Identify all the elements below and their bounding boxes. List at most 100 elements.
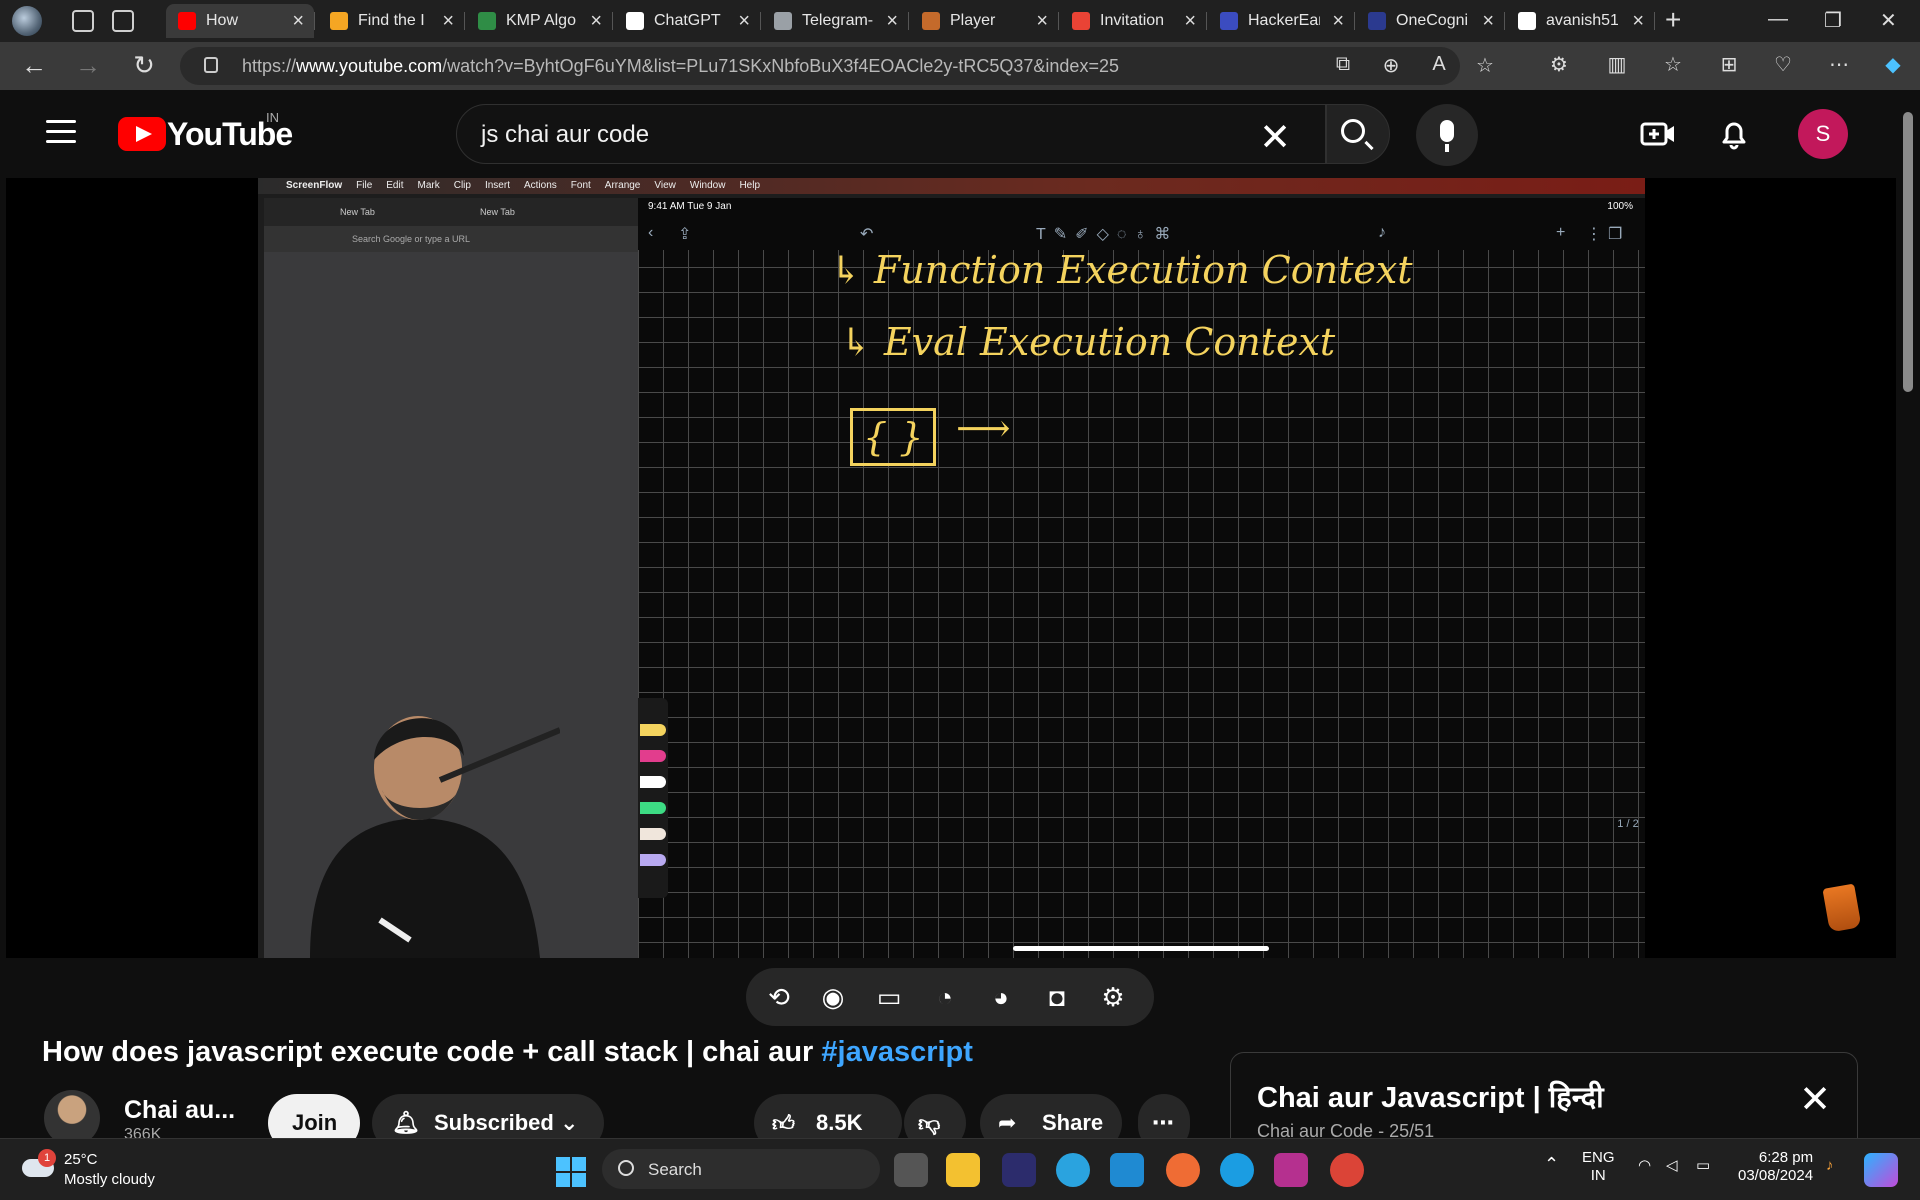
tab-label: Invitation [1100, 12, 1165, 29]
close-playlist-icon[interactable]: ✕ [1799, 1077, 1831, 1122]
aspect-icon[interactable]: ▭ [874, 982, 904, 1012]
split-screen-icon[interactable]: ▥ [1604, 52, 1630, 78]
bell-icon: 🔔︎ [392, 1110, 420, 1135]
speed-down-icon[interactable]: ◔ [930, 982, 960, 1012]
live-icon[interactable]: ◉ [818, 982, 848, 1012]
browser-tab-2[interactable]: Find the I × [318, 4, 465, 38]
intellij-icon[interactable] [1274, 1153, 1308, 1187]
extensions-icon[interactable]: ⚙ [1546, 52, 1572, 78]
forward-button[interactable]: → [72, 50, 104, 81]
close-tab-icon[interactable]: × [886, 10, 898, 33]
zoom-icon[interactable]: ⊕ [1378, 53, 1404, 79]
browser-tab-6[interactable]: Player × [910, 4, 1059, 38]
youtube-logo[interactable] [118, 117, 166, 151]
weather-condition: Mostly cloudy [64, 1171, 155, 1188]
settings-icon[interactable]: ⚙ [1098, 982, 1128, 1012]
close-tab-icon[interactable]: × [292, 10, 304, 33]
notification-bell-icon[interactable]: ♪ [1826, 1157, 1834, 1175]
start-button[interactable] [556, 1157, 586, 1187]
copilot-taskbar-icon[interactable] [1864, 1153, 1898, 1187]
language-indicator[interactable]: ENG IN [1582, 1149, 1615, 1185]
create-video-icon[interactable] [1640, 118, 1676, 150]
clock[interactable]: 6:28 pm 03/08/2024 [1738, 1149, 1813, 1185]
open-in-app-icon[interactable]: ⧉ [1330, 53, 1356, 79]
minimize-button[interactable]: — [1768, 8, 1788, 31]
browser-essentials-icon[interactable]: ♡ [1770, 52, 1796, 78]
collections-icon[interactable]: ⊞ [1716, 52, 1742, 78]
browser-tab-3[interactable]: KMP Algo × [466, 4, 613, 38]
tab-actions-icon[interactable] [112, 10, 134, 32]
battery-icon[interactable]: ▭ [1696, 1157, 1710, 1175]
close-tab-icon[interactable]: × [1482, 10, 1494, 33]
playlist-title[interactable]: Chai aur Javascript | हिन्दी [1257, 1077, 1604, 1116]
browser-tab-4[interactable]: ChatGPT × [614, 4, 761, 38]
close-tab-icon[interactable]: × [590, 10, 602, 33]
account-avatar[interactable]: S [1798, 109, 1848, 159]
voice-search-button[interactable] [1416, 104, 1478, 166]
telegram-icon[interactable] [1056, 1153, 1090, 1187]
favorite-star-icon[interactable]: ☆ [1472, 53, 1498, 79]
new-tab-button[interactable]: + [1665, 4, 1681, 36]
close-tab-icon[interactable]: × [1184, 10, 1196, 33]
close-tab-icon[interactable]: × [1332, 10, 1344, 33]
browser-tab-8[interactable]: HackerEar × [1208, 4, 1355, 38]
address-bar[interactable]: https://www.youtube.com/watch?v=ByhtOgF6… [180, 47, 1494, 85]
terminal-icon[interactable] [1002, 1153, 1036, 1187]
read-aloud-icon[interactable]: A [1426, 53, 1452, 79]
workspaces-icon[interactable] [72, 10, 94, 32]
pen-color-palette [638, 698, 668, 898]
close-tab-icon[interactable]: × [1632, 10, 1644, 33]
channel-name[interactable]: Chai au... [124, 1096, 235, 1125]
browser-toolbar: ← → ↻ https://www.youtube.com/watch?v=By… [0, 42, 1920, 90]
more-options-icon[interactable]: ⋯ [1826, 52, 1852, 78]
volume-icon[interactable]: ◁ [1666, 1157, 1678, 1175]
close-tab-icon[interactable]: × [442, 10, 454, 33]
mac-menu-item: Font [570, 180, 591, 191]
ipad-more-icon: ⋮ [1586, 226, 1602, 243]
back-button[interactable]: ← [18, 50, 50, 81]
search-input[interactable]: js chai aur code ✕ [456, 104, 1326, 164]
show-hidden-icons[interactable]: ⌃ [1544, 1155, 1559, 1173]
browser-tab-5[interactable]: Telegram- × [762, 4, 909, 38]
menu-icon[interactable] [46, 120, 76, 144]
close-tab-icon[interactable]: × [1036, 10, 1048, 33]
screenshot-icon[interactable]: ◘ [1042, 982, 1072, 1012]
tab-label: Player [950, 12, 996, 29]
page-scrollbar[interactable] [1896, 90, 1920, 1132]
vscode-icon[interactable] [1110, 1153, 1144, 1187]
browser-tab-9[interactable]: OneCogni × [1356, 4, 1505, 38]
tab-favicon-icon [1072, 12, 1090, 30]
clear-search-icon[interactable]: ✕ [1259, 115, 1291, 160]
browser-tab-7[interactable]: Invitation × [1060, 4, 1207, 38]
mac-menubar: ScreenFlow File Edit Mark Clip Insert Actions F… [258, 178, 1645, 194]
browser-tab-1[interactable]: How × [166, 4, 315, 38]
ipad-undo-icon: ↶ [860, 226, 874, 243]
notifications-bell-icon[interactable] [1716, 118, 1752, 150]
loop-icon[interactable]: ⟲ [764, 982, 794, 1012]
search-button[interactable] [1326, 104, 1390, 164]
favorites-icon[interactable]: ☆ [1660, 52, 1686, 78]
scrollbar-thumb[interactable] [1903, 112, 1913, 392]
reload-button[interactable]: ↻ [128, 50, 160, 81]
hashtag-link[interactable]: #javascript [821, 1036, 973, 1068]
copilot-icon[interactable]: ◆ [1880, 52, 1906, 78]
profile-avatar[interactable] [12, 6, 42, 36]
file-explorer-icon[interactable] [946, 1153, 980, 1187]
close-window-button[interactable]: ✕ [1880, 8, 1897, 33]
lock-icon [204, 57, 218, 73]
postman-icon[interactable] [1166, 1153, 1200, 1187]
inner-omnibox: Search Google or type a URL [352, 234, 471, 244]
restore-button[interactable]: ❐ [1824, 8, 1842, 33]
speed-up-icon[interactable]: ◕ [986, 982, 1016, 1012]
tab-favicon-icon [626, 12, 644, 30]
tab-label: KMP Algo [506, 12, 576, 29]
browser-tab-10[interactable]: avanish51 × [1506, 4, 1655, 38]
wifi-icon[interactable]: ◠ [1638, 1157, 1651, 1175]
mac-menu-item: Actions [523, 180, 557, 191]
task-view-icon[interactable] [894, 1153, 928, 1187]
chrome-icon[interactable] [1330, 1153, 1364, 1187]
edge-icon[interactable] [1220, 1153, 1254, 1187]
close-tab-icon[interactable]: × [738, 10, 750, 33]
windows-taskbar: 1 25°C Mostly cloudy Search ⌃ ENG IN ◠ ◁ … [0, 1138, 1920, 1200]
taskbar-search[interactable]: Search [602, 1149, 880, 1189]
